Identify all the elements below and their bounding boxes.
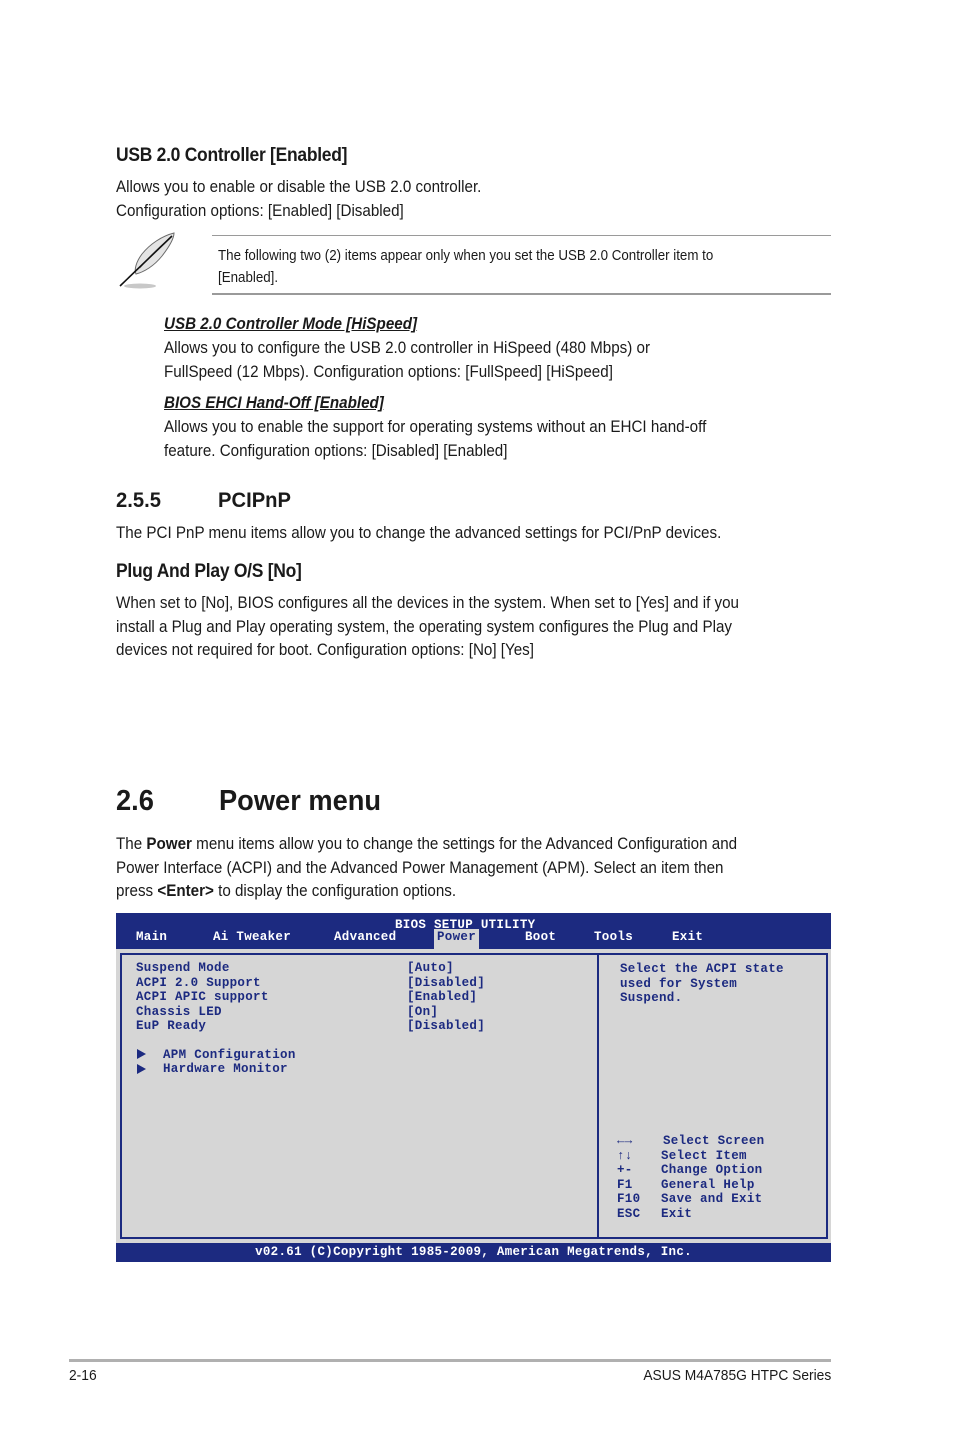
key-f1: F1 bbox=[617, 1177, 633, 1192]
power-menu-intro: The Power menu items allow you to change… bbox=[116, 833, 737, 904]
bios-value-chassis-led[interactable]: [On] bbox=[407, 1005, 438, 1019]
feather-quill-icon bbox=[114, 230, 182, 290]
note-line: [Enabled]. bbox=[218, 270, 279, 286]
key-action-exit: Exit bbox=[661, 1206, 693, 1221]
bios-tab-tools[interactable]: Tools bbox=[594, 929, 633, 949]
key-esc: ESC bbox=[617, 1206, 641, 1221]
bios-submenu-hardware-monitor[interactable]: Hardware Monitor bbox=[163, 1062, 288, 1076]
bios-item-chassis-led[interactable]: Chassis LED bbox=[136, 1005, 222, 1019]
controller-mode-description: Allows you to configure the USB 2.0 cont… bbox=[164, 337, 650, 384]
power-menu-section-number: 2.6 bbox=[116, 785, 154, 817]
note-text: The following two (2) items appear only … bbox=[218, 245, 713, 289]
power-menu-section-title: Power menu bbox=[219, 785, 382, 817]
bios-item-suspend-mode[interactable]: Suspend Mode bbox=[136, 961, 230, 975]
intro-line: Power Interface (ACPI) and the Advanced … bbox=[116, 858, 724, 877]
pcipnp-section-number: 2.5.5 bbox=[116, 488, 161, 512]
usb-controller-heading: USB 2.0 Controller [Enabled] bbox=[116, 145, 348, 166]
bios-help-line: Select the ACPI state bbox=[620, 962, 784, 976]
ehci-heading: BIOS EHCI Hand-Off [Enabled] bbox=[164, 394, 384, 412]
intro-line: The Power menu items allow you to change… bbox=[116, 835, 738, 853]
bios-tab-main[interactable]: Main bbox=[136, 929, 167, 949]
key-action-general-help: General Help bbox=[661, 1177, 755, 1192]
controller-mode-heading: USB 2.0 Controller Mode [HiSpeed] bbox=[164, 315, 418, 333]
bios-value-acpi-2-support[interactable]: [Disabled] bbox=[407, 976, 485, 990]
page-number: 2-16 bbox=[69, 1367, 97, 1384]
bios-value-suspend-mode[interactable]: [Auto] bbox=[407, 961, 454, 975]
intro-line: press <Enter> to display the configurati… bbox=[116, 882, 457, 900]
key-arrows-up-down: ↑↓ bbox=[617, 1148, 633, 1163]
bios-tab-boot[interactable]: Boot bbox=[525, 929, 556, 949]
footer-rule bbox=[69, 1359, 831, 1362]
bios-screenshot: BIOS SETUP UTILITY Main Ai Tweaker Advan… bbox=[116, 913, 831, 1262]
bold-term: <Enter> bbox=[157, 882, 214, 900]
bios-item-acpi-2-support[interactable]: ACPI 2.0 Support bbox=[136, 976, 261, 990]
bios-help-line: Suspend. bbox=[620, 991, 683, 1005]
bios-panel-divider bbox=[597, 953, 599, 1239]
pcipnp-section-title: PCIPnP bbox=[218, 488, 291, 512]
bios-item-eup-ready[interactable]: EuP Ready bbox=[136, 1019, 206, 1033]
key-action-select-item: Select Item bbox=[661, 1148, 747, 1163]
bios-tab-advanced[interactable]: Advanced bbox=[334, 929, 396, 949]
bios-tab-power[interactable]: Power bbox=[434, 929, 480, 949]
description-line: Allows you to enable the support for ope… bbox=[164, 418, 707, 436]
description-line: install a Plug and Play operating system… bbox=[116, 617, 732, 636]
note-bottom-rule bbox=[212, 293, 831, 295]
bios-copyright-footer: v02.61 (C)Copyright 1985-2009, American … bbox=[116, 1243, 831, 1262]
key-arrows-left-right: ←→ bbox=[617, 1134, 633, 1148]
plug-and-play-heading: Plug And Play O/S [No] bbox=[116, 561, 302, 582]
product-name: ASUS M4A785G HTPC Series bbox=[643, 1367, 831, 1384]
bios-submenu-apm-configuration[interactable]: APM Configuration bbox=[163, 1048, 296, 1062]
key-action-save-and-exit: Save and Exit bbox=[661, 1192, 763, 1206]
bios-value-acpi-apic-support[interactable]: [Enabled] bbox=[407, 990, 477, 1004]
key-plus-minus: +- bbox=[617, 1163, 633, 1177]
bios-tab-exit[interactable]: Exit bbox=[672, 929, 703, 949]
pcipnp-intro: The PCI PnP menu items allow you to chan… bbox=[116, 524, 722, 542]
usb-controller-description: Allows you to enable or disable the USB … bbox=[116, 176, 481, 223]
bios-header: BIOS SETUP UTILITY Main Ai Tweaker Advan… bbox=[116, 913, 831, 949]
plug-and-play-description: When set to [No], BIOS configures all th… bbox=[116, 592, 739, 663]
ehci-description: Allows you to enable the support for ope… bbox=[164, 416, 706, 463]
key-action-change-option: Change Option bbox=[661, 1163, 763, 1177]
submenu-arrow-icon bbox=[137, 1063, 146, 1074]
bios-help-line: used for System bbox=[620, 976, 738, 991]
description-line: feature. Configuration options: [Disable… bbox=[164, 441, 508, 460]
description-line: Allows you to configure the USB 2.0 cont… bbox=[164, 339, 651, 357]
key-f10: F10 bbox=[617, 1192, 641, 1206]
bold-term: Power bbox=[146, 835, 192, 853]
note-line: The following two (2) items appear only … bbox=[218, 248, 714, 264]
description-line: When set to [No], BIOS configures all th… bbox=[116, 594, 739, 612]
description-line: FullSpeed (12 Mbps). Configuration optio… bbox=[164, 362, 613, 381]
description-line: Allows you to enable or disable the USB … bbox=[116, 178, 482, 196]
note-top-rule bbox=[212, 235, 831, 236]
bios-value-eup-ready[interactable]: [Disabled] bbox=[407, 1019, 485, 1033]
bios-tab-ai-tweaker[interactable]: Ai Tweaker bbox=[213, 929, 291, 949]
description-line: Configuration options: [Enabled] [Disabl… bbox=[116, 201, 404, 220]
key-action-select-screen: Select Screen bbox=[663, 1134, 765, 1148]
bios-item-acpi-apic-support[interactable]: ACPI APIC support bbox=[136, 990, 269, 1004]
submenu-arrow-icon bbox=[137, 1049, 146, 1059]
description-line: devices not required for boot. Configura… bbox=[116, 641, 534, 659]
